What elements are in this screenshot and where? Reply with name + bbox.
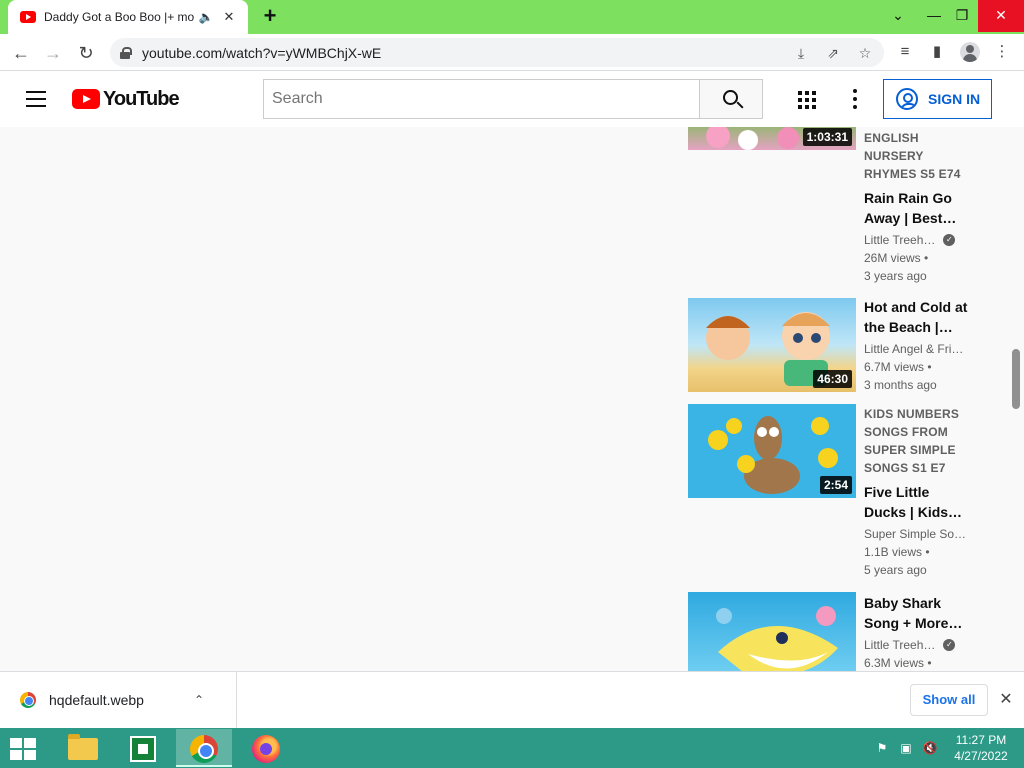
- youtube-favicon-icon: [20, 11, 36, 23]
- chrome-menu-icon[interactable]: ⋮: [992, 42, 1012, 62]
- video-title[interactable]: Five Little Ducks | Kids…: [864, 482, 974, 522]
- forward-arrow-icon[interactable]: →: [40, 40, 66, 66]
- media-queue-icon[interactable]: ≡: [895, 42, 915, 62]
- search-input[interactable]: [263, 79, 700, 119]
- tab-search-chevron-icon[interactable]: ⌄: [880, 0, 916, 32]
- download-shelf: hqdefault.webp ⌃ Show all ✕: [0, 671, 1024, 728]
- clock-time: 11:27 PM: [955, 733, 1007, 747]
- upload-age: 3 years ago: [864, 269, 927, 283]
- clock-date: 4/27/2022: [954, 749, 1008, 763]
- window-close-button[interactable]: ✕: [978, 0, 1024, 32]
- video-title[interactable]: Hot and Cold at the Beach |…: [864, 297, 974, 337]
- tab-title: Daddy Got a Boo Boo |+ more: [44, 10, 194, 24]
- close-tab-icon[interactable]: ✕: [220, 9, 238, 25]
- video-duration: 46:30: [813, 370, 852, 388]
- restore-button[interactable]: ❐: [944, 0, 980, 32]
- video-thumbnail[interactable]: 2:54: [688, 404, 856, 498]
- close-shelf-icon[interactable]: ✕: [996, 688, 1016, 712]
- windows-taskbar: ⚑ ▣ 🔇 11:27 PM 4/27/2022: [0, 728, 1024, 768]
- video-title[interactable]: Baby Shark Song + More…: [864, 593, 974, 633]
- share-icon[interactable]: ⇗: [824, 44, 842, 62]
- view-count: 6.3M views •: [864, 656, 932, 670]
- apps-grid-icon[interactable]: [798, 91, 816, 109]
- flag-icon[interactable]: ⚑: [874, 740, 890, 756]
- windows-start-icon[interactable]: [10, 738, 38, 760]
- profile-avatar-icon[interactable]: [960, 42, 980, 62]
- video-title[interactable]: Rain Rain Go Away | Best…: [864, 188, 974, 228]
- browser-tab[interactable]: Daddy Got a Boo Boo |+ more 🔈 ✕: [8, 0, 248, 34]
- user-circle-icon: [896, 88, 918, 110]
- video-meta[interactable]: Baby Shark Song + More… Little Treeh… ✓ …: [864, 593, 974, 671]
- channel-name[interactable]: Little Treeh… ✓: [864, 636, 974, 654]
- chevron-up-icon[interactable]: ⌃: [189, 693, 209, 707]
- playlist-category: ENGLISH NURSERY RHYMES S5 E74: [864, 131, 961, 181]
- sign-in-label: SIGN IN: [928, 91, 981, 107]
- side-panel-icon[interactable]: ▮: [927, 42, 947, 62]
- video-meta[interactable]: ENGLISH NURSERY RHYMES S5 E74 Rain Rain …: [864, 129, 974, 285]
- video-duration: 1:03:31: [802, 128, 852, 146]
- hamburger-menu-icon[interactable]: [26, 91, 46, 107]
- network-icon[interactable]: ▣: [898, 740, 914, 756]
- thumbnail-art: [716, 606, 838, 671]
- youtube-logo[interactable]: YouTube: [72, 87, 180, 110]
- video-thumbnail[interactable]: 46:30: [688, 298, 856, 392]
- reload-icon[interactable]: ↻: [73, 40, 99, 66]
- youtube-header: YouTube SIGN IN: [0, 71, 1024, 127]
- playlist-category: KIDS NUMBERS SONGS FROM SUPER SIMPLE SON…: [864, 407, 960, 475]
- system-clock[interactable]: 11:27 PM 4/27/2022: [948, 732, 1014, 764]
- youtube-play-icon: [72, 89, 100, 109]
- volume-muted-icon[interactable]: 🔇: [922, 740, 938, 756]
- install-icon[interactable]: ⤓: [792, 44, 810, 62]
- search-button[interactable]: [699, 79, 763, 119]
- view-count: 1.1B views •: [864, 545, 930, 559]
- new-tab-button[interactable]: +: [258, 5, 282, 29]
- upload-age: 3 months ago: [864, 378, 937, 392]
- video-duration: 2:54: [819, 476, 852, 494]
- video-thumbnail[interactable]: 1:03:31: [688, 127, 856, 150]
- video-meta[interactable]: Hot and Cold at the Beach |… Little Ange…: [864, 297, 974, 394]
- view-count: 26M views •: [864, 251, 929, 265]
- back-arrow-icon[interactable]: ←: [8, 40, 34, 66]
- sign-in-button[interactable]: SIGN IN: [883, 79, 992, 119]
- video-thumbnail[interactable]: [688, 592, 856, 671]
- settings-kebab-icon[interactable]: [852, 89, 858, 109]
- channel-name-text: Little Treeh…: [864, 638, 936, 652]
- download-item[interactable]: hqdefault.webp ⌃: [0, 672, 237, 728]
- download-file-name: hqdefault.webp: [49, 692, 144, 708]
- bookmark-star-icon[interactable]: ☆: [856, 44, 874, 62]
- address-bar[interactable]: youtube.com/watch?v=yWMBChjX-wE ⤓ ⇗ ☆: [110, 38, 884, 67]
- channel-name[interactable]: Little Angel & Fri…: [864, 340, 974, 358]
- browser-toolbar: ← → ↻ youtube.com/watch?v=yWMBChjX-wE ⤓ …: [0, 34, 1024, 71]
- video-meta[interactable]: KIDS NUMBERS SONGS FROM SUPER SIMPLE SON…: [864, 405, 974, 579]
- chrome-taskbar-button[interactable]: [176, 729, 232, 767]
- speaker-icon[interactable]: 🔈: [198, 10, 214, 24]
- channel-name[interactable]: Super Simple So…: [864, 525, 974, 543]
- youtube-logo-text: YouTube: [103, 87, 180, 110]
- view-count: 6.7M views •: [864, 360, 932, 374]
- channel-name-text: Little Treeh…: [864, 233, 936, 247]
- chrome-icon: [190, 735, 218, 763]
- show-all-button[interactable]: Show all: [910, 684, 988, 716]
- chrome-file-icon: [20, 692, 36, 708]
- store-icon: [130, 736, 156, 762]
- store-button[interactable]: [114, 729, 170, 767]
- tab-strip: Daddy Got a Boo Boo |+ more 🔈 ✕ + ⌄ — ❐ …: [0, 0, 1024, 34]
- url-text[interactable]: youtube.com/watch?v=yWMBChjX-wE: [142, 45, 381, 61]
- folder-icon: [68, 734, 98, 760]
- verified-check-icon: ✓: [943, 234, 956, 246]
- page-scrollbar[interactable]: [1012, 349, 1020, 409]
- channel-name[interactable]: Little Treeh… ✓: [864, 231, 974, 249]
- lock-icon[interactable]: [120, 46, 132, 59]
- verified-check-icon: ✓: [943, 639, 956, 651]
- firefox-icon: [252, 735, 280, 763]
- watch-page-content: 1:03:31 ENGLISH NURSERY RHYMES S5 E74 Ra…: [0, 127, 1024, 671]
- file-explorer-button[interactable]: [52, 729, 108, 767]
- firefox-taskbar-button[interactable]: [238, 729, 294, 767]
- upload-age: 5 years ago: [864, 563, 927, 577]
